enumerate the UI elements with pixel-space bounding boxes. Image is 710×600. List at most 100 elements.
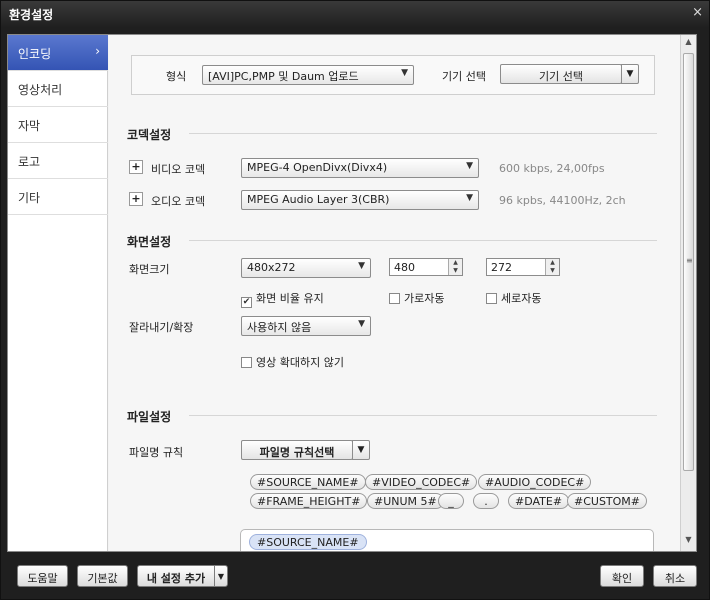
scrollbar-thumb[interactable]: ≡ xyxy=(683,53,694,471)
height-stepper[interactable]: 272 ▲ ▼ xyxy=(486,258,560,276)
format-label: 형식 xyxy=(166,70,187,83)
checkbox-box xyxy=(241,357,252,368)
grip-icon: ≡ xyxy=(686,256,693,265)
video-codec-select[interactable]: MPEG-4 OpenDivx(Divx4) ▼ xyxy=(241,158,479,178)
screen-section-title: 화면설정 xyxy=(127,235,172,249)
device-label: 기기 선택 xyxy=(442,70,486,83)
scroll-up-icon[interactable]: ▲ xyxy=(681,37,696,51)
arrow-up-icon[interactable]: ▲ xyxy=(449,259,462,267)
height-value: 272 xyxy=(491,261,512,274)
add-preset-button-label: 내 설정 추가 xyxy=(146,572,206,585)
sidebar-item-label: 인코딩 xyxy=(18,47,52,61)
chevron-down-icon: ▼ xyxy=(358,261,365,271)
arrow-down-icon[interactable]: ▼ xyxy=(546,267,559,275)
token-unum[interactable]: #UNUM 5# xyxy=(367,493,444,509)
settings-window: 환경설정 × 인코딩 › 영상처리 자막 로고 기타 형식 [AVI]PC,PM… xyxy=(0,0,710,600)
audio-codec-expand-icon[interactable]: + xyxy=(129,192,143,206)
sidebar-item-video-processing[interactable]: 영상처리 xyxy=(8,71,108,107)
keep-ratio-label: 화면 비율 유지 xyxy=(256,292,324,305)
auto-height-label: 세로자동 xyxy=(501,292,542,305)
codec-section-title: 코덱설정 xyxy=(127,128,172,142)
filename-rule-button[interactable]: 파일명 규칙선택 xyxy=(241,440,353,460)
stepper-arrows[interactable]: ▲ ▼ xyxy=(448,259,462,275)
sidebar-item-label: 자막 xyxy=(18,119,41,133)
auto-height-checkbox[interactable]: 세로자동 xyxy=(486,290,541,306)
crop-value: 사용하지 않음 xyxy=(247,321,312,334)
ok-button-label: 확인 xyxy=(611,572,633,585)
sidebar-item-subtitles[interactable]: 자막 xyxy=(8,107,108,143)
token-frame-height[interactable]: #FRAME_HEIGHT# xyxy=(250,493,368,509)
video-codec-value: MPEG-4 OpenDivx(Divx4) xyxy=(247,161,388,174)
video-codec-expand-icon[interactable]: + xyxy=(129,160,143,174)
width-stepper[interactable]: 480 ▲ ▼ xyxy=(389,258,463,276)
help-button-label: 도움말 xyxy=(27,572,58,585)
filename-rule-dropdown[interactable]: ▼ xyxy=(352,440,370,460)
crop-select[interactable]: 사용하지 않음 ▼ xyxy=(241,316,371,336)
chevron-down-icon: ▼ xyxy=(466,161,473,171)
sidebar-item-encoding[interactable]: 인코딩 › xyxy=(8,35,108,71)
defaults-button-label: 기본값 xyxy=(87,572,118,585)
checkbox-box xyxy=(389,293,400,304)
width-value: 480 xyxy=(394,261,415,274)
auto-width-checkbox[interactable]: 가로자동 xyxy=(389,290,444,306)
add-preset-button[interactable]: 내 설정 추가 xyxy=(137,565,215,587)
token-underscore[interactable]: _ xyxy=(438,493,464,509)
vertical-scrollbar[interactable]: ▲ ≡ ▼ xyxy=(680,35,696,551)
audio-codec-select[interactable]: MPEG Audio Layer 3(CBR) ▼ xyxy=(241,190,479,210)
device-select-button[interactable]: 기기 선택 xyxy=(500,64,622,84)
no-upscale-checkbox[interactable]: 영상 확대하지 않기 xyxy=(241,354,344,370)
window-title: 환경설정 xyxy=(9,8,54,22)
chevron-down-icon: ▼ xyxy=(357,445,365,455)
title-bar: 환경설정 × xyxy=(1,1,709,27)
filename-rule-input[interactable]: #SOURCE_NAME# xyxy=(240,529,654,551)
section-divider xyxy=(189,415,657,416)
video-codec-label: 비디오 코덱 xyxy=(151,163,206,176)
defaults-button[interactable]: 기본값 xyxy=(77,565,128,587)
audio-codec-info: 96 kpbs, 44100Hz, 2ch xyxy=(499,194,626,207)
chevron-down-icon: ▼ xyxy=(466,193,473,203)
file-section-title: 파일설정 xyxy=(127,410,172,424)
format-panel: 형식 [AVI]PC,PMP 및 Daum 업로드 ▼ 기기 선택 기기 선택 … xyxy=(131,55,655,95)
video-codec-info: 600 kbps, 24,00fps xyxy=(499,162,605,175)
audio-codec-value: MPEG Audio Layer 3(CBR) xyxy=(247,193,390,206)
help-button[interactable]: 도움말 xyxy=(17,565,68,587)
chevron-down-icon: ▼ xyxy=(358,319,365,329)
section-divider xyxy=(189,240,657,241)
sidebar-item-etc[interactable]: 기타 xyxy=(8,179,108,215)
format-select[interactable]: [AVI]PC,PMP 및 Daum 업로드 ▼ xyxy=(202,65,414,85)
cancel-button-label: 취소 xyxy=(664,572,686,585)
add-preset-dropdown[interactable]: ▼ xyxy=(214,565,228,587)
crop-label: 잘라내기/확장 xyxy=(129,321,194,334)
cancel-button[interactable]: 취소 xyxy=(653,565,697,587)
arrow-down-icon[interactable]: ▼ xyxy=(449,267,462,275)
close-icon[interactable]: × xyxy=(692,5,703,20)
filename-rule-button-label: 파일명 규칙선택 xyxy=(259,446,335,459)
ok-button[interactable]: 확인 xyxy=(600,565,644,587)
sidebar-item-label: 영상처리 xyxy=(18,83,63,97)
filename-token-chip[interactable]: #SOURCE_NAME# xyxy=(249,534,367,550)
token-audio-codec[interactable]: #AUDIO_CODEC# xyxy=(478,474,592,490)
check-icon: ✔ xyxy=(241,297,252,308)
token-dot[interactable]: . xyxy=(473,493,499,509)
sidebar-item-logo[interactable]: 로고 xyxy=(8,143,108,179)
token-date[interactable]: #DATE# xyxy=(508,493,570,509)
no-upscale-label: 영상 확대하지 않기 xyxy=(256,356,344,369)
token-video-codec[interactable]: #VIDEO_CODEC# xyxy=(365,474,478,490)
scroll-down-icon[interactable]: ▼ xyxy=(681,535,696,549)
format-value: [AVI]PC,PMP 및 Daum 업로드 xyxy=(208,70,359,83)
screen-size-select[interactable]: 480x272 ▼ xyxy=(241,258,371,278)
token-source-name[interactable]: #SOURCE_NAME# xyxy=(250,474,366,490)
audio-codec-label: 오디오 코덱 xyxy=(151,195,206,208)
sidebar-item-label: 로고 xyxy=(18,155,41,169)
screen-size-label: 화면크기 xyxy=(129,263,170,276)
device-dropdown-button[interactable]: ▼ xyxy=(621,64,639,84)
keep-ratio-checkbox[interactable]: ✔ 화면 비율 유지 xyxy=(241,290,324,308)
stepper-arrows[interactable]: ▲ ▼ xyxy=(545,259,559,275)
chevron-down-icon: ▼ xyxy=(401,68,408,78)
client-area: 인코딩 › 영상처리 자막 로고 기타 형식 [AVI]PC,PMP 및 Dau… xyxy=(7,34,697,552)
section-divider xyxy=(189,133,657,134)
chevron-down-icon: ▼ xyxy=(217,572,225,581)
arrow-up-icon[interactable]: ▲ xyxy=(546,259,559,267)
token-custom[interactable]: #CUSTOM# xyxy=(567,493,648,509)
checkbox-box xyxy=(486,293,497,304)
